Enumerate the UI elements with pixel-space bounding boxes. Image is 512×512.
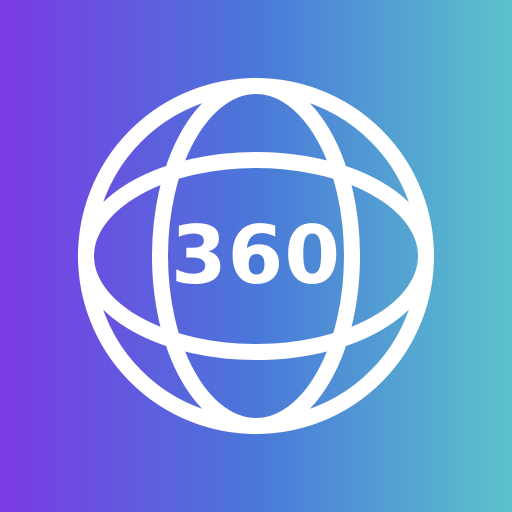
icon-label: 360 [171, 209, 341, 302]
app-icon-360: 360 [0, 0, 512, 512]
